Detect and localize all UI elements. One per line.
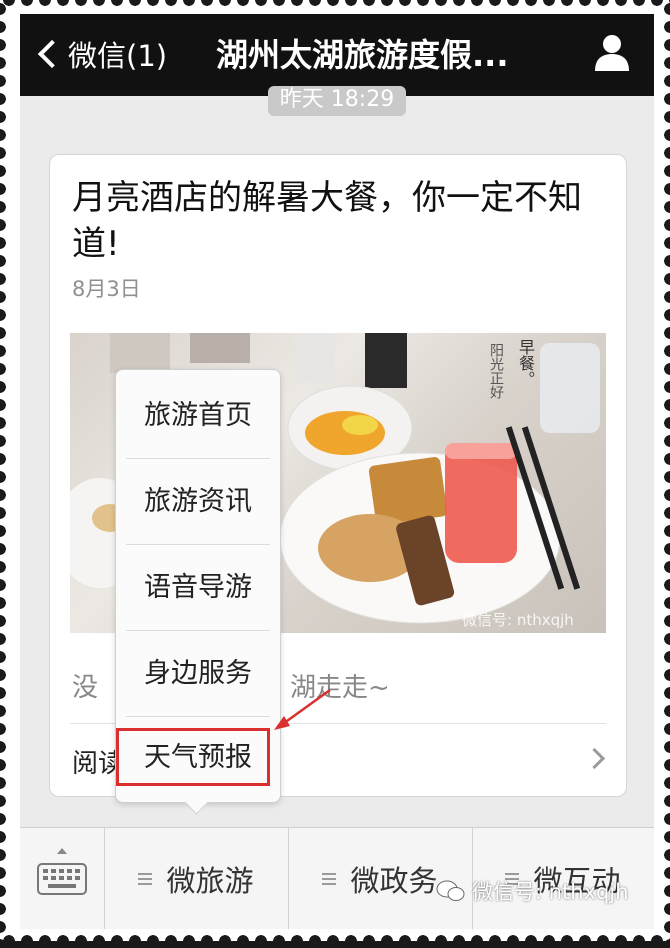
page-title: 湖州太湖旅游度假... xyxy=(216,36,509,74)
menu-tab-label: 微政务 xyxy=(350,864,438,898)
article-summary: 没 湖走走~ xyxy=(72,667,390,704)
chevron-right-icon xyxy=(583,747,606,770)
wechat-icon xyxy=(436,880,465,901)
menu-tab-micro-travel[interactable]: 微旅游 xyxy=(104,828,289,929)
chevron-left-icon xyxy=(37,39,67,69)
submenu-item-nearby-services[interactable]: 身边服务 xyxy=(124,632,272,716)
image-watermark: 微信号: nthxqjh xyxy=(462,611,574,629)
article-date: 8月3日 xyxy=(72,277,141,301)
back-button[interactable]: 微信(1) xyxy=(36,32,167,76)
keyboard-toggle-button[interactable] xyxy=(20,828,105,929)
submenu-divider xyxy=(126,458,270,459)
keyboard-icon xyxy=(37,848,87,895)
submenu-divider xyxy=(126,544,270,545)
hamburger-icon xyxy=(138,873,153,885)
stamp-perforation-bottom xyxy=(0,934,670,948)
submenu-item-audio-guide[interactable]: 语音导游 xyxy=(124,546,272,630)
person-icon[interactable] xyxy=(592,32,632,72)
stamp-perforation-right xyxy=(663,0,670,941)
image-caption-breakfast: 早餐。 xyxy=(516,339,535,387)
phone-screen: 微信(1) 湖州太湖旅游度假... 昨天 18:29 月亮酒店的解暑大餐，你一定… xyxy=(20,14,654,929)
submenu-divider xyxy=(126,630,270,631)
time-badge: 昨天 18:29 xyxy=(268,86,406,116)
stamp-perforation-top xyxy=(0,0,670,7)
hamburger-icon xyxy=(322,873,337,885)
image-caption-sunshine: 阳光正好 xyxy=(488,343,504,399)
stamp-perforation-left xyxy=(0,0,7,941)
watermark: 微信号: nthxqjh xyxy=(436,876,629,906)
back-label: 微信(1) xyxy=(68,39,168,73)
annotation-arrow-icon xyxy=(274,688,331,730)
watermark-text: 微信号: nthxqjh xyxy=(472,880,629,904)
submenu-item-travel-news[interactable]: 旅游资讯 xyxy=(124,460,272,544)
article-title: 月亮酒店的解暑大餐，你一定不知道! xyxy=(72,178,582,264)
nav-bar: 微信(1) 湖州太湖旅游度假... xyxy=(20,14,654,96)
submenu-item-travel-home[interactable]: 旅游首页 xyxy=(124,374,272,458)
highlight-box xyxy=(116,728,270,786)
article-summary-start: 没 xyxy=(72,673,99,703)
menu-tab-label: 微旅游 xyxy=(166,864,254,898)
